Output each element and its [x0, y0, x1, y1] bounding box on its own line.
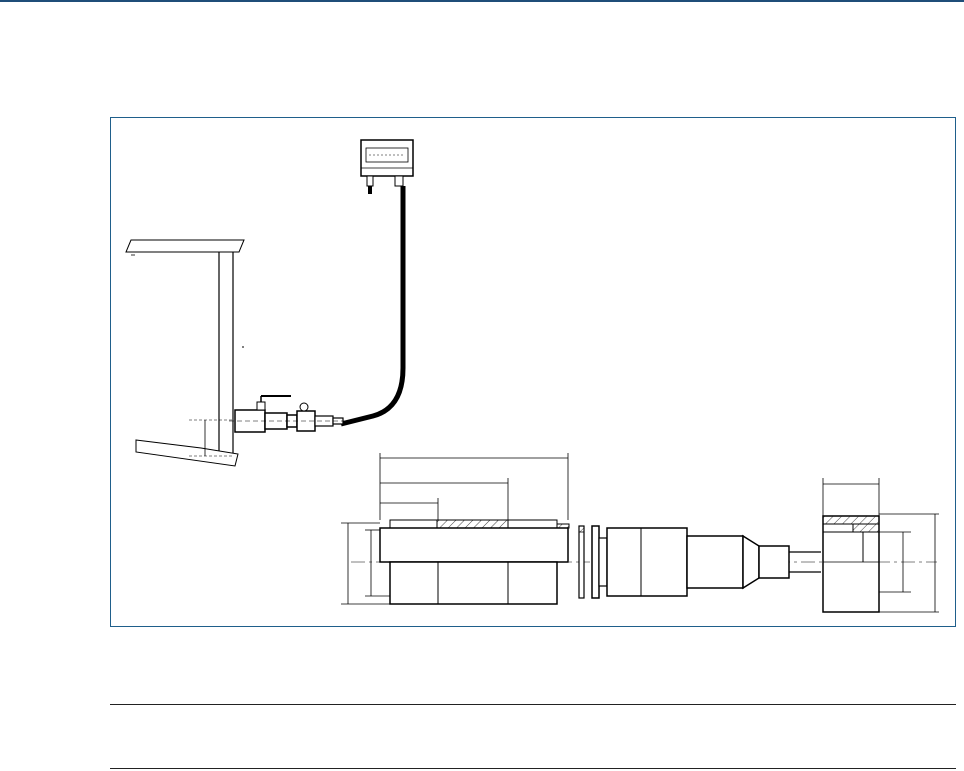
end-cap: [822, 478, 880, 613]
ball-valve: [256, 395, 309, 412]
figure-frame: [110, 117, 956, 627]
transmitter-housing: [360, 139, 414, 194]
probe-assembly: [229, 409, 351, 433]
end-cap-dimensions: [879, 513, 939, 613]
length-dimensions: [379, 453, 569, 520]
ground-plate: [135, 439, 239, 467]
table-top-rule: [110, 704, 956, 705]
installation-diagram: [125, 139, 939, 613]
table-bottom-rule: [110, 768, 956, 769]
top-header-rule: [0, 0, 964, 2]
nozzle-section: [598, 527, 821, 597]
pipe-wall: [125, 239, 245, 458]
flexible-cable: [340, 186, 406, 427]
